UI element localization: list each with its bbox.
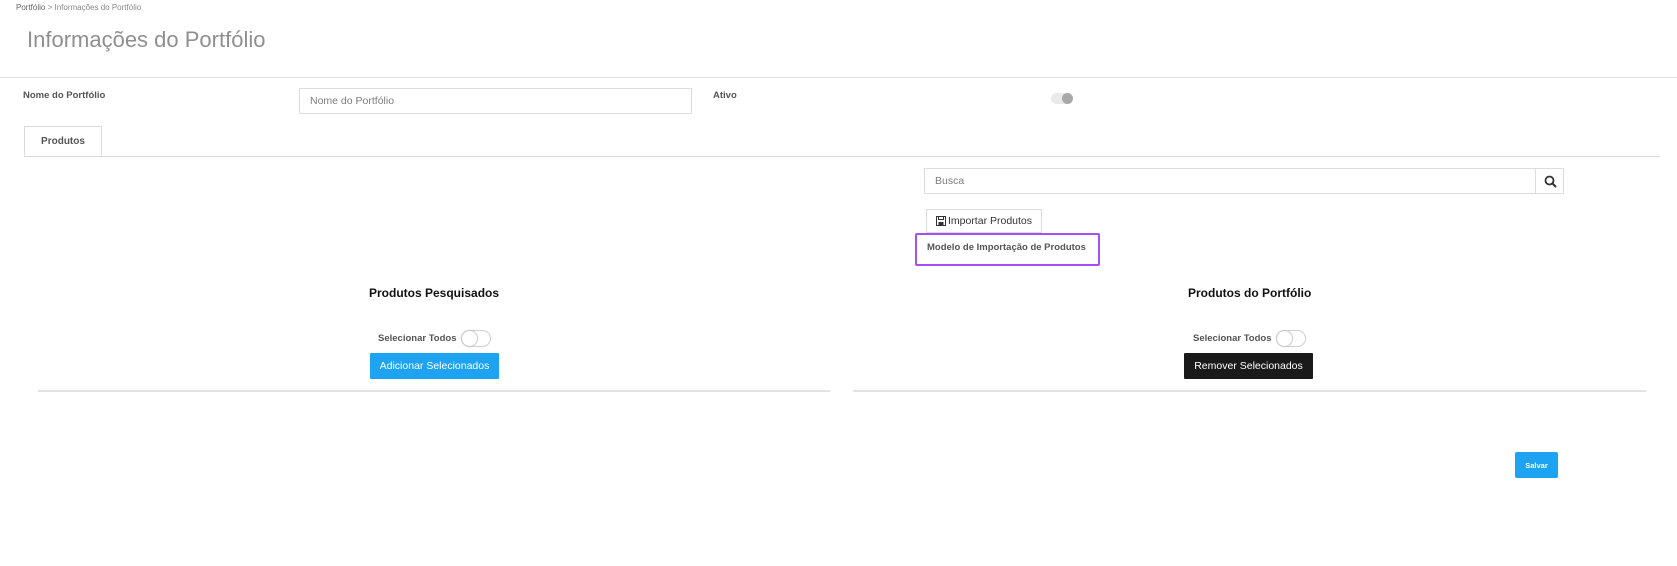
- breadcrumb-current: Informações do Portfólio: [54, 3, 142, 12]
- search-icon: [1544, 175, 1557, 188]
- import-products-label: Importar Produtos: [947, 215, 1033, 227]
- remove-selected-button[interactable]: Remover Selecionados: [1184, 353, 1313, 379]
- import-template-link[interactable]: Modelo de Importação de Produtos: [927, 242, 1086, 253]
- header-divider: [0, 77, 1677, 78]
- left-panel-divider: [38, 390, 830, 392]
- active-label: Ativo: [713, 90, 737, 101]
- right-panel-divider: [853, 390, 1646, 392]
- tabs-underline: [24, 156, 1660, 157]
- active-toggle-knob: [1062, 93, 1073, 104]
- tab-produtos[interactable]: Produtos: [24, 126, 102, 156]
- add-selected-button[interactable]: Adicionar Selecionados: [370, 353, 499, 379]
- select-all-left-label: Selecionar Todos: [378, 333, 457, 344]
- search-input[interactable]: [924, 168, 1536, 194]
- portfolio-name-label: Nome do Portfólio: [23, 90, 106, 101]
- portfolio-products-title: Produtos do Portfólio: [1188, 286, 1312, 300]
- search-button[interactable]: [1535, 168, 1564, 194]
- breadcrumb: Portfólio > Informações do Portfólio: [16, 3, 141, 12]
- save-icon: [935, 216, 946, 226]
- select-all-right-toggle[interactable]: [1276, 330, 1306, 347]
- select-all-left-knob: [462, 331, 477, 346]
- select-all-left-toggle[interactable]: [461, 330, 491, 347]
- save-button[interactable]: Salvar: [1515, 452, 1558, 478]
- breadcrumb-root-link[interactable]: Portfólio: [16, 3, 45, 12]
- select-all-right-knob: [1277, 331, 1292, 346]
- import-products-button[interactable]: Importar Produtos: [926, 209, 1042, 233]
- select-all-right-label: Selecionar Todos: [1193, 333, 1272, 344]
- portfolio-name-input[interactable]: [299, 88, 692, 114]
- page-title: Informações do Portfólio: [27, 27, 266, 52]
- searched-products-title: Produtos Pesquisados: [369, 286, 500, 300]
- active-toggle[interactable]: [1051, 93, 1073, 104]
